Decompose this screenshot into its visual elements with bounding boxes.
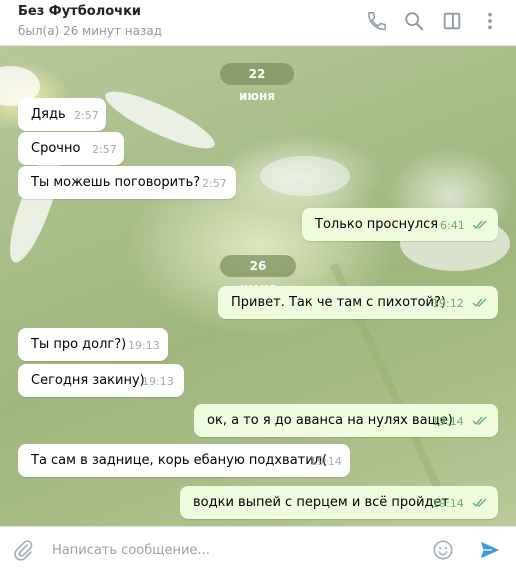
message-incoming[interactable]: Та сам в заднице, корь ебаную подхватил(… (18, 444, 350, 477)
message-incoming[interactable]: Срочно 2:57 (18, 132, 124, 165)
emoji-icon[interactable] (432, 539, 454, 561)
message-text: Та сам в заднице, корь ебаную подхватил( (31, 453, 328, 468)
message-composer (0, 526, 516, 572)
message-incoming[interactable]: Ты про долг?) 19:13 (18, 328, 168, 361)
message-outgoing[interactable]: ок, а то я до аванса на нулях ваще) 19:1… (194, 404, 498, 437)
message-text: Ты про долг?) (31, 337, 127, 352)
message-incoming[interactable]: Сегодня закину) 19:13 (18, 364, 184, 397)
send-icon[interactable] (478, 539, 502, 561)
read-check-icon (472, 498, 487, 508)
message-time: 19:14 (432, 497, 464, 510)
message-text: Срочно (31, 141, 81, 156)
search-icon[interactable] (403, 10, 425, 32)
message-time: 6:41 (440, 219, 465, 232)
message-time: 19:12 (432, 297, 464, 310)
message-outgoing[interactable]: Привет. Так че там с пихотой?) 19:12 (218, 286, 498, 319)
message-time: 19:14 (310, 455, 342, 468)
message-input[interactable] (52, 539, 412, 561)
chat-title[interactable]: Без Футболочки (18, 4, 141, 19)
read-check-icon (472, 416, 487, 426)
message-text: Сегодня закину) (31, 373, 145, 388)
background-petal (260, 156, 350, 196)
message-list[interactable]: 22 июня 26 июня Дядь 2:57 Срочно 2:57 Ты… (0, 46, 516, 526)
date-separator: 22 июня (220, 63, 294, 103)
message-incoming[interactable]: Дядь 2:57 (18, 98, 106, 131)
chat-status: был(а) 26 минут назад (18, 24, 162, 38)
date-separator: 26 июня (220, 255, 296, 295)
message-incoming[interactable]: Ты можешь поговорить? 2:57 (18, 166, 236, 199)
message-text: Только проснулся (315, 217, 439, 232)
message-outgoing[interactable]: водки выпей с перцем и всё пройдет 19:14 (180, 486, 498, 519)
message-time: 19:14 (432, 415, 464, 428)
message-time: 2:57 (74, 109, 99, 122)
message-outgoing[interactable]: Только проснулся 6:41 (302, 208, 498, 241)
read-check-icon (472, 220, 487, 230)
message-text: Дядь (31, 107, 66, 122)
message-text: ок, а то я до аванса на нулях ваще) (207, 413, 453, 428)
paperclip-icon[interactable] (12, 539, 34, 561)
message-text: водки выпей с перцем и всё пройдет (193, 495, 450, 510)
message-text: Ты можешь поговорить? (31, 175, 201, 190)
message-time: 2:57 (202, 177, 227, 190)
phone-icon[interactable] (366, 10, 388, 32)
chat-header: Без Футболочки был(а) 26 минут назад (0, 0, 516, 46)
more-icon[interactable] (479, 10, 501, 32)
message-time: 19:13 (142, 375, 174, 388)
read-check-icon (472, 298, 487, 308)
sidebar-toggle-icon[interactable] (441, 10, 463, 32)
message-time: 2:57 (92, 143, 117, 156)
message-time: 19:13 (128, 339, 160, 352)
message-text: Привет. Так че там с пихотой?) (231, 295, 446, 310)
